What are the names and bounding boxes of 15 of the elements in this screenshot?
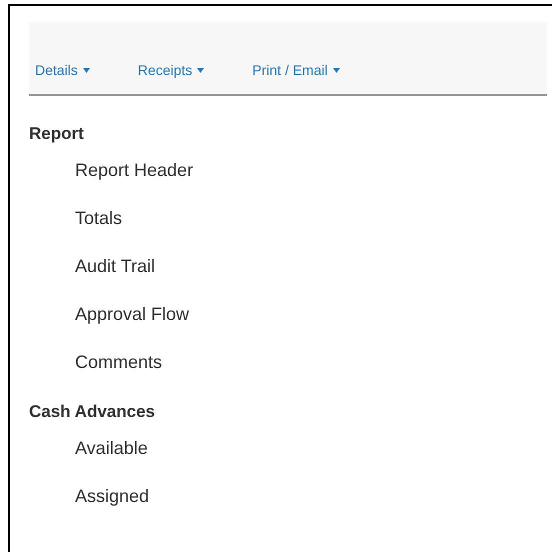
caret-icon — [332, 68, 340, 72]
nav-link[interactable]: Assigned — [75, 472, 150, 520]
nav-link[interactable]: Approval Flow — [75, 290, 190, 338]
nav-link[interactable]: Comments — [75, 338, 162, 386]
menu-button[interactable]: Receipts — [138, 62, 204, 78]
caret-icon — [82, 68, 90, 72]
caret-icon — [197, 68, 204, 72]
menu-button[interactable]: Print / Email — [252, 62, 340, 78]
section-heading: Report — [29, 123, 84, 145]
nav-link[interactable]: Audit Trail — [75, 242, 156, 290]
nav-link[interactable]: Available — [75, 424, 148, 472]
menu-button[interactable]: Details — [35, 62, 90, 78]
nav-link[interactable]: Totals — [75, 194, 122, 242]
nav-link[interactable]: Report Header — [75, 146, 194, 194]
section-heading: Cash Advances — [29, 401, 155, 423]
